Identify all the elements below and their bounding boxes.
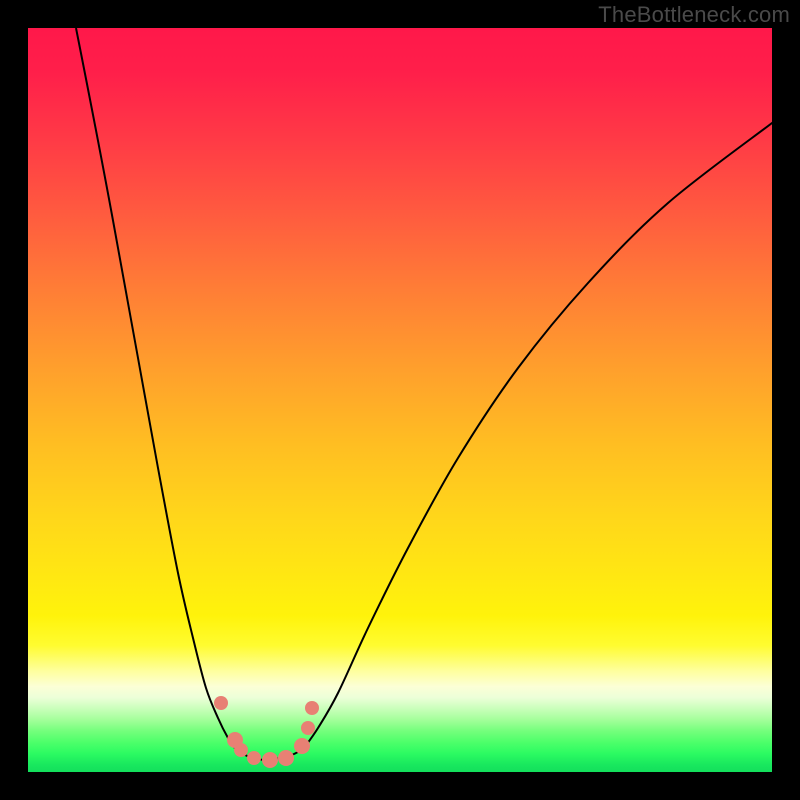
data-marker xyxy=(301,721,315,735)
data-marker xyxy=(305,701,319,715)
curve-path xyxy=(76,28,772,760)
chart-svg-layer xyxy=(28,28,772,772)
watermark-text: TheBottleneck.com xyxy=(598,2,790,28)
data-marker xyxy=(278,750,294,766)
bottleneck-curve xyxy=(76,28,772,760)
data-marker xyxy=(234,743,248,757)
plot-area xyxy=(28,28,772,772)
data-marker xyxy=(214,696,228,710)
data-marker xyxy=(262,752,278,768)
data-marker xyxy=(294,738,310,754)
data-markers xyxy=(214,696,319,768)
data-marker xyxy=(247,751,261,765)
chart-frame: TheBottleneck.com xyxy=(0,0,800,800)
